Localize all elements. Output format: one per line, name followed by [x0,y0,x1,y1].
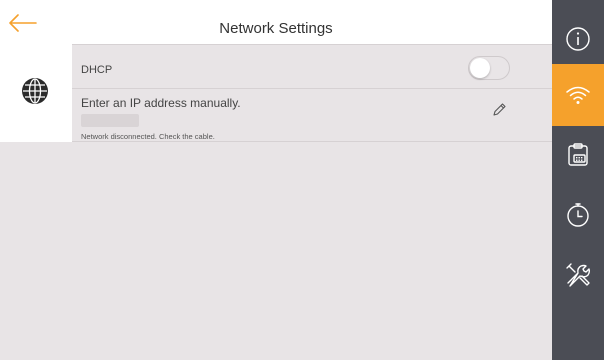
row-divider [72,88,552,89]
pencil-edit-icon[interactable] [491,102,507,118]
info-icon [566,27,590,51]
dhcp-toggle[interactable] [468,56,510,80]
toggle-knob [470,58,490,78]
device-icon [568,143,588,166]
sidebar-item-time[interactable] [552,184,604,246]
dhcp-label: DHCP [81,64,113,76]
wifi-icon [566,86,590,104]
row-divider [72,44,552,45]
globe-icon [22,78,48,104]
sidebar-item-network[interactable] [552,64,604,126]
page-title: Network Settings [219,20,333,37]
tools-icon [566,263,591,287]
timer-icon [567,203,589,227]
header-bar: Network Settings [0,0,552,44]
manual-ip-label: Enter an IP address manually. [81,96,241,110]
sidebar-item-info[interactable] [552,8,604,70]
ip-address-value-redacted [81,114,139,127]
network-status-text: Network disconnected. Check the cable. [81,132,215,141]
network-icon-panel [0,44,72,142]
sidebar-item-device[interactable] [552,124,604,186]
sidebar-item-maintenance[interactable] [552,244,604,306]
sidebar-nav [552,0,604,360]
row-divider [72,141,552,142]
